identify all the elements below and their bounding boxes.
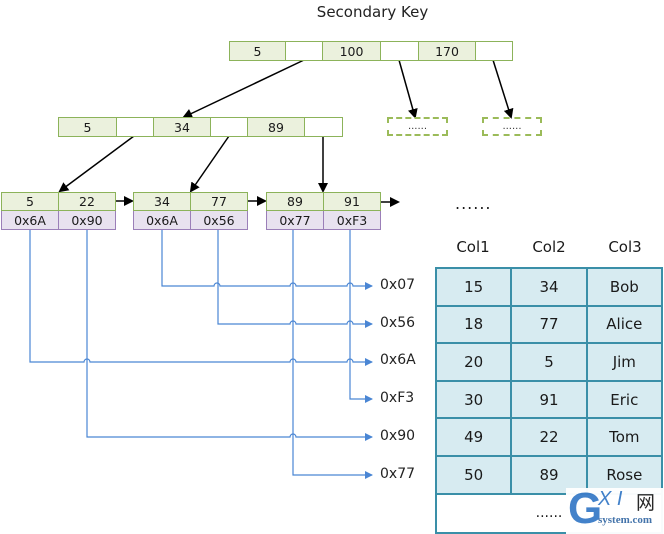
leaf-address: 0x90 — [71, 212, 103, 228]
row-address-label: 0xF3 — [380, 390, 415, 406]
watermark-cn: 网 — [636, 492, 656, 514]
table-cell: 5 — [512, 344, 588, 380]
internal-key: 34 — [154, 118, 211, 136]
leaf-address: 0x6A — [2, 211, 59, 229]
root-pointer — [476, 42, 512, 60]
row-address-label: 0x56 — [380, 315, 416, 331]
leaf-key: 89 — [267, 193, 324, 210]
leaf-key: 5 — [2, 193, 59, 210]
pointer-line-0x77 — [292, 230, 373, 479]
table-cell: 91 — [512, 381, 588, 418]
diagram-title: Secondary Key — [316, 3, 429, 21]
leaf-key: 77 — [211, 194, 227, 209]
table-cell: Eric — [610, 390, 639, 409]
row-address-label: 0x90 — [380, 428, 416, 444]
tree-arrow — [182, 59, 305, 119]
row-address-label: 0x07 — [380, 277, 416, 293]
row-address-label: 0x77 — [380, 466, 416, 482]
root-node: 5 100 170 — [229, 41, 513, 61]
leaf-node: 89 91 0x77 0xF3 — [266, 192, 381, 230]
internal-pointer — [117, 118, 154, 136]
table-row: 15 34 Bob — [437, 269, 661, 307]
leaf-continuation: ...... — [455, 194, 492, 213]
table-cell: Jim — [612, 352, 636, 371]
pointer-line-0x6A — [29, 230, 373, 366]
watermark-text: X I — [598, 488, 623, 510]
table-cell: 15 — [437, 269, 513, 305]
table-row: 20 5 Jim — [437, 344, 661, 382]
table-row: 18 77 Alice — [437, 306, 661, 345]
placeholder-node: ...... — [482, 117, 542, 136]
table-cell: 34 — [512, 269, 588, 305]
internal-pointer — [211, 118, 248, 136]
leaf-node: 34 77 0x6A 0x56 — [133, 192, 248, 230]
leaf-key: 91 — [344, 194, 360, 209]
leaf-node: 5 22 0x6A 0x90 — [1, 192, 116, 230]
table-cell: Bob — [609, 277, 639, 296]
table-cell: 50 — [437, 456, 513, 493]
internal-key: 5 — [59, 118, 117, 136]
leaf-address: 0x56 — [203, 212, 235, 228]
table-cell: Alice — [606, 315, 643, 334]
root-pointer — [286, 42, 323, 60]
placeholder-node: ...... — [387, 117, 448, 136]
pointer-line-0xF3 — [349, 230, 373, 403]
tree-arrow — [398, 59, 418, 119]
table-cell: 20 — [437, 344, 513, 380]
internal-node: 5 34 89 — [58, 117, 343, 137]
table-cell: Tom — [609, 428, 640, 447]
table-continuation: ...... — [535, 505, 563, 522]
table-row: 49 22 Tom — [437, 419, 661, 457]
table-row: 30 91 Eric — [437, 381, 661, 420]
pointer-line-0x90 — [86, 230, 373, 441]
table-cell: 49 — [437, 419, 513, 455]
root-key: 5 — [230, 42, 286, 60]
column-header: Col1 — [456, 238, 490, 256]
table-cell: 77 — [512, 306, 588, 343]
tree-arrow — [492, 59, 514, 119]
root-pointer — [381, 42, 419, 60]
table-cell: 22 — [512, 419, 588, 455]
leaf-address: 0x6A — [134, 211, 191, 229]
watermark-domain: system.com — [598, 514, 653, 526]
leaf-key: 34 — [134, 193, 191, 210]
column-header: Col3 — [608, 238, 642, 256]
table-cell: 30 — [437, 381, 513, 418]
leaf-key: 22 — [79, 194, 95, 209]
internal-pointer — [305, 118, 342, 136]
tree-arrow — [58, 135, 135, 193]
watermark-logo: G X I 网 system.com — [566, 484, 664, 534]
tree-arrow — [189, 135, 230, 193]
table-cell: 18 — [437, 306, 513, 343]
leaf-address: 0x77 — [267, 211, 324, 229]
pointer-line-0x56 — [217, 230, 373, 328]
leaf-address: 0xF3 — [336, 212, 368, 228]
column-header: Col2 — [532, 238, 566, 256]
pointer-line-0x07 — [161, 230, 373, 290]
root-key: 100 — [323, 42, 381, 60]
root-key: 170 — [419, 42, 476, 60]
row-address-label: 0x6A — [380, 352, 416, 368]
internal-key: 89 — [248, 118, 305, 136]
